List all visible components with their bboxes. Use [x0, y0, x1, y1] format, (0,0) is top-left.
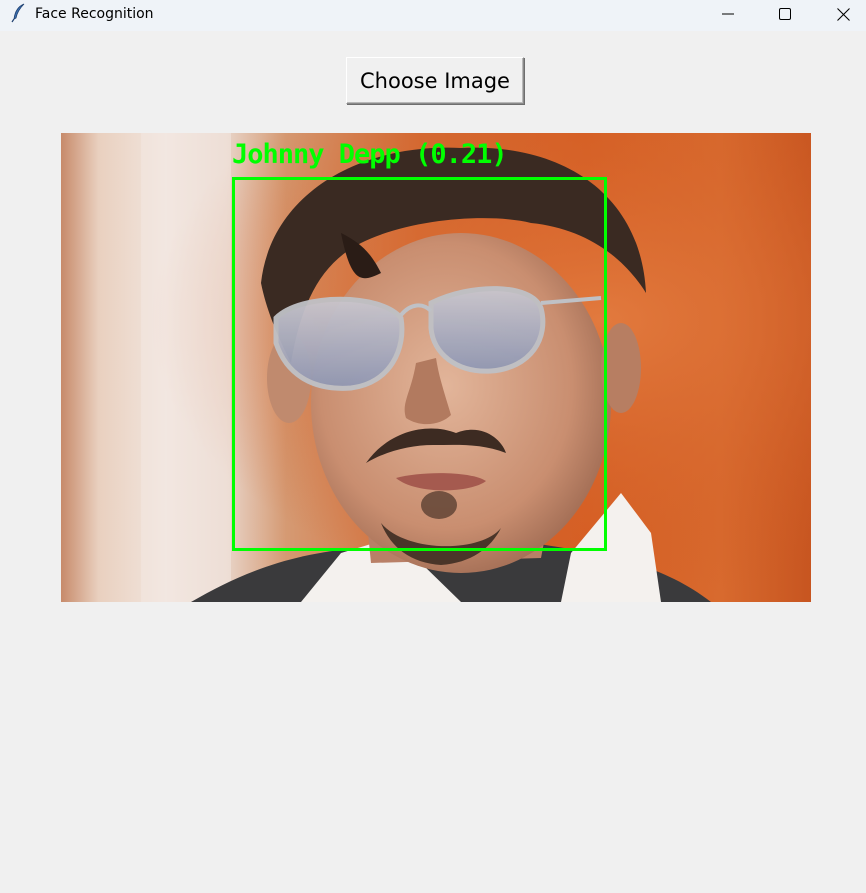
face-bounding-box [232, 177, 607, 551]
title-bar[interactable]: Face Recognition [0, 0, 866, 31]
close-button[interactable] [814, 0, 866, 28]
choose-image-button[interactable]: Choose Image [346, 57, 524, 104]
close-icon [836, 7, 850, 21]
window-title: Face Recognition [35, 6, 154, 22]
app-window: Face Recognition Choose Image Johnny Dep… [0, 0, 866, 893]
maximize-icon [779, 8, 791, 20]
maximize-button[interactable] [756, 0, 814, 28]
minimize-button[interactable] [699, 0, 757, 28]
minimize-icon [722, 13, 734, 15]
feather-icon [11, 3, 27, 23]
result-image: Johnny Depp (0.21) [61, 133, 811, 602]
face-recognition-label: Johnny Depp (0.21) [232, 139, 508, 170]
